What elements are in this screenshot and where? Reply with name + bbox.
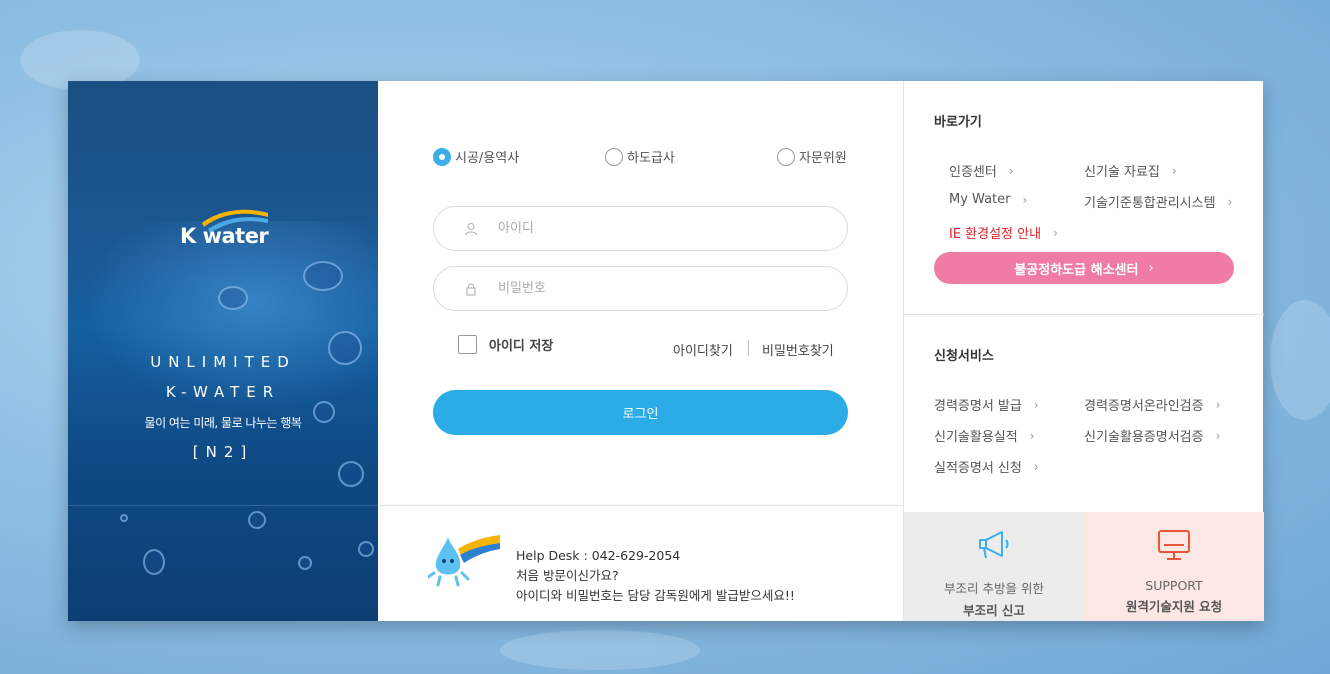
link-label: IE 환경설정 안내 [949,227,1042,242]
save-id-row[interactable]: 아이디 저장 [458,335,553,354]
radio-contractor[interactable]: 시공/용역사 [433,147,519,166]
link-new-tech-cert-verify[interactable]: 신기술활용증명서검증 › [1084,426,1221,446]
water-bubble [248,511,266,529]
chevron-right-icon: › [1029,428,1035,443]
divider [748,340,749,356]
support-line2: 원격기술지원 요청 [1125,599,1223,614]
link-new-tech-archive[interactable]: 신기술 자료집 › [1084,161,1177,181]
lock-icon [464,282,478,296]
water-bubble [303,261,343,291]
link-label: My Water [949,192,1011,207]
help-account-note: 아이디와 비밀번호는 담당 감독원에게 발급받으세요!! [516,588,795,603]
link-label: 신기술 자료집 [1084,165,1160,180]
divider [904,314,1264,315]
help-first-visit: 처음 방문이신가요? [516,568,619,583]
find-id-link[interactable]: 아이디찾기 [673,340,733,359]
water-bubble [120,514,128,522]
link-label: 실적증명서 신청 [934,461,1022,476]
login-card: K water UNLIMITED K-WATER 물이 여는 미래, 물로 나… [68,81,1264,621]
chevron-right-icon: › [1008,163,1014,178]
button-label: 불공정하도급 해소센터 [1014,262,1139,278]
chevron-right-icon: › [1171,163,1177,178]
remote-support-tile[interactable]: SUPPORT 원격기술지원 요청 [1084,512,1264,621]
slogan-tagline: 물이 여는 미래, 물로 나누는 행복 [144,416,302,430]
unfair-subcontract-center-button[interactable]: 불공정하도급 해소센터 › [934,252,1234,284]
water-bubble [338,461,364,487]
megaphone-icon [979,531,1009,559]
radio-circle[interactable] [777,147,795,166]
id-field[interactable] [433,206,848,251]
link-new-tech-record[interactable]: 신기술활용실적 › [934,426,1035,446]
bg-bubble [500,630,700,670]
link-label: 경력증명서온라인검증 [1084,399,1204,414]
water-bubble [358,541,374,557]
divider [68,505,378,506]
water-drop-mascot-icon [428,535,500,587]
divider [378,505,903,506]
login-panel: 시공/용역사 하도급사 자문위원 아이디 저장 [378,81,903,621]
water-bubble [218,286,248,310]
water-bubble [298,556,312,570]
chevron-right-icon: › [1033,459,1039,474]
chevron-right-icon: › [1033,397,1039,412]
logo-text: K water [180,224,269,248]
link-label: 인증센터 [949,165,997,180]
radio-label: 하도급사 [627,151,675,166]
link-label: 신기술활용증명서검증 [1084,430,1204,445]
find-password-link[interactable]: 비밀번호찾기 [762,340,834,359]
help-desk-info: Help Desk : 042-629-2054 처음 방문이신가요? 아이디와… [516,546,795,606]
report-line2: 부조리 신고 [963,603,1025,618]
id-input[interactable] [498,221,798,236]
user-icon [464,222,478,236]
chevron-right-icon: › [1215,428,1221,443]
chevron-right-icon: › [1227,194,1233,209]
support-line1: SUPPORT [1145,578,1203,593]
water-bubble [143,549,165,575]
chevron-right-icon: › [1215,397,1221,412]
slogan-n2: [N2] [192,443,254,461]
link-label: 기술기준통합관리시스템 [1084,196,1216,211]
password-input[interactable] [498,281,798,296]
monitor-icon [1158,530,1190,560]
slogan-kwater: K-WATER [165,383,281,401]
link-my-water[interactable]: My Water › [949,192,1027,207]
radio-label: 시공/용역사 [455,151,520,166]
radio-circle[interactable] [433,147,451,166]
radio-advisor[interactable]: 자문위원 [777,147,847,166]
report-corruption-tile[interactable]: 부조리 추방을 위한 부조리 신고 [904,512,1084,621]
radio-subcontractor[interactable]: 하도급사 [605,147,675,166]
chevron-right-icon: › [1148,260,1154,276]
user-type-group: 시공/용역사 하도급사 자문위원 [433,147,853,167]
link-tech-standard-system[interactable]: 기술기준통합관리시스템 › [1084,192,1233,212]
link-career-online-verify[interactable]: 경력증명서온라인검증 › [1084,395,1221,415]
chevron-right-icon: › [1022,192,1028,207]
link-performance-certificate[interactable]: 실적증명서 신청 › [934,457,1039,477]
save-id-label: 아이디 저장 [489,339,554,354]
chevron-right-icon: › [1053,225,1058,240]
save-id-checkbox[interactable] [458,335,477,354]
radio-label: 자문위원 [799,151,847,166]
shortcuts-title: 바로가기 [934,115,982,130]
login-button[interactable]: 로그인 [433,390,848,435]
radio-circle[interactable] [605,147,623,166]
link-career-certificate[interactable]: 경력증명서 발급 › [934,395,1039,415]
link-label: 신기술활용실적 [934,430,1018,445]
bg-bubble [1270,300,1330,420]
services-title: 신청서비스 [934,349,994,364]
brand-panel: K water UNLIMITED K-WATER 물이 여는 미래, 물로 나… [68,81,378,621]
help-desk-phone: Help Desk : 042-629-2054 [516,548,681,563]
slogan-unlimited: UNLIMITED [150,353,296,371]
report-line1: 부조리 추방을 위한 [944,581,1044,596]
link-label: 경력증명서 발급 [934,399,1022,414]
links-panel: 바로가기 인증센터 › 신기술 자료집 › My Water › 기술기준통합관리시스… [903,81,1264,621]
password-field[interactable] [433,266,848,311]
link-certification-center[interactable]: 인증센터 › [949,161,1014,181]
link-ie-settings-guide[interactable]: IE 환경설정 안내 › [949,223,1058,243]
